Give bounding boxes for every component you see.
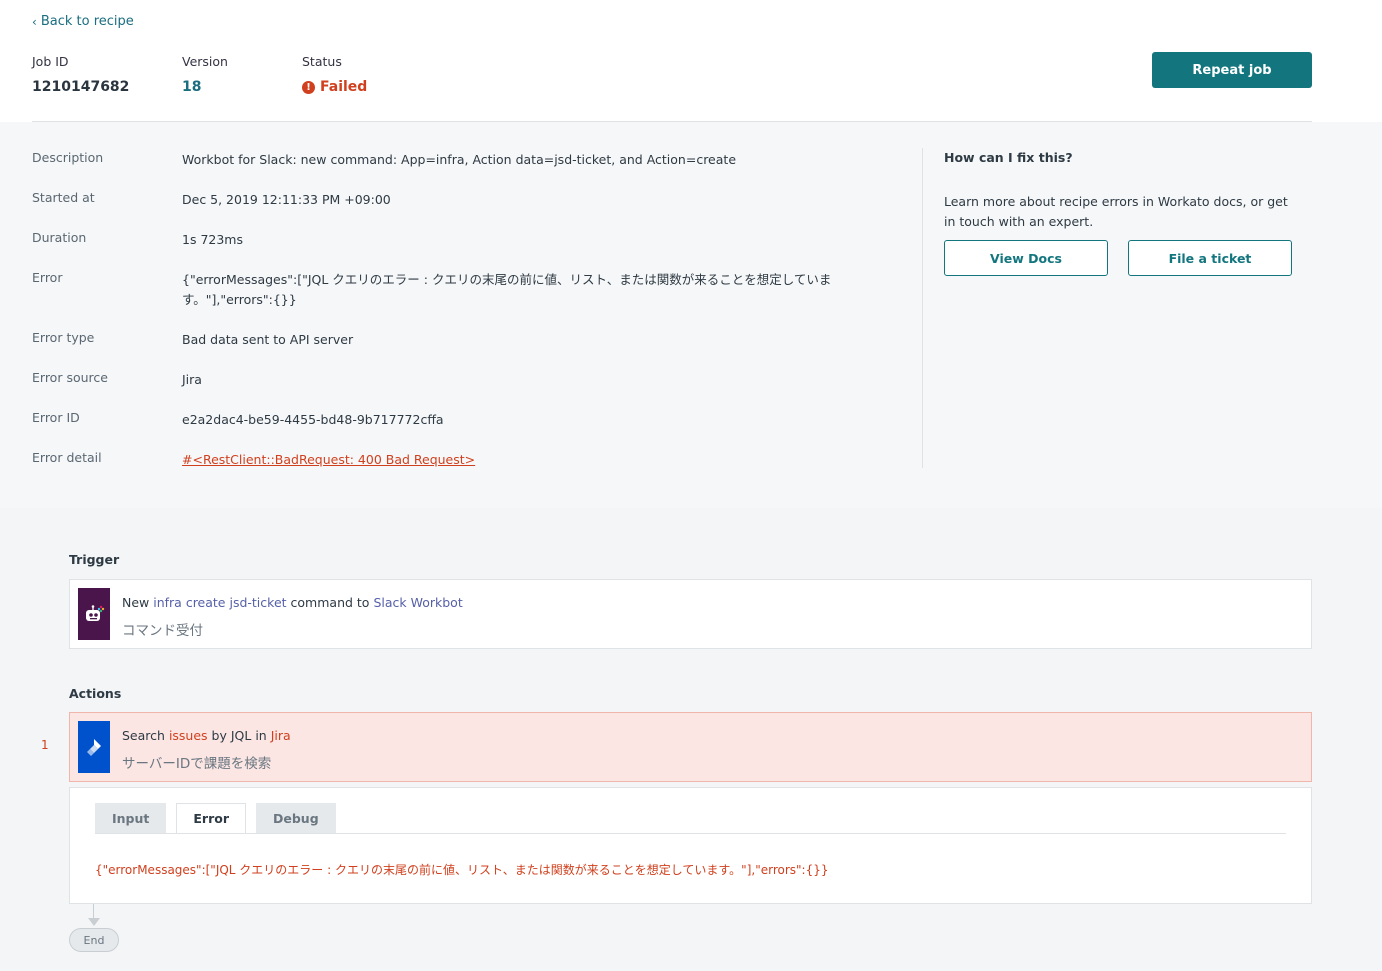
version-block: Version 18 [182, 54, 228, 95]
detail-key: Error ID [32, 410, 80, 425]
action-step-1[interactable]: Search issues by JQL in Jira サーバーIDで課題を検… [69, 712, 1312, 782]
detail-value: Jira [182, 372, 202, 387]
tabs-underline [95, 833, 1286, 834]
detail-row-duration: Duration 1s 723ms [32, 230, 882, 250]
action-subtitle: サーバーIDで課題を検索 [122, 756, 272, 772]
trigger-summary: New infra create jsd-ticket command to S… [122, 595, 463, 610]
help-text: Learn more about recipe errors in Workat… [944, 194, 1288, 229]
detail-key: Started at [32, 190, 95, 205]
recipe-steps: Trigger New infra create jsd-ticket comm… [0, 508, 1382, 971]
trigger-subtitle: コマンド受付 [122, 623, 203, 639]
detail-row-error: Error {"errorMessages":["JQL クエリのエラー : ク… [32, 270, 882, 310]
detail-row-started-at: Started at Dec 5, 2019 12:11:33 PM +09:0… [32, 190, 882, 210]
detail-value: e2a2dac4-be59-4455-bd48-9b717772cffa [182, 412, 444, 427]
detail-row-error-detail: Error detail #<RestClient::BadRequest: 4… [32, 450, 882, 470]
job-header: ‹ Back to recipe Job ID 1210147682 Versi… [0, 0, 1382, 122]
file-ticket-button[interactable]: File a ticket [1128, 240, 1292, 276]
detail-key: Error [32, 270, 63, 285]
chevron-left-icon: ‹ [32, 14, 37, 29]
job-id-value: 1210147682 [32, 79, 130, 95]
action-word: by JQL in [211, 728, 267, 743]
help-title: How can I fix this? [944, 150, 1073, 165]
action-app-pill: Jira [270, 728, 291, 743]
action-object-pill: issues [168, 728, 208, 743]
detail-value: {"errorMessages":["JQL クエリのエラー : クエリの末尾の… [182, 272, 832, 307]
error-detail-link[interactable]: #<RestClient::BadRequest: 400 Bad Reques… [182, 450, 882, 470]
detail-value: Bad data sent to API server [182, 332, 354, 347]
status-label: Status [302, 54, 342, 69]
actions-section-title: Actions [69, 686, 122, 701]
detail-key: Error detail [32, 450, 102, 465]
step-detail-panel: Input Error Debug {"errorMessages":["JQL… [69, 787, 1312, 904]
end-badge: End [69, 928, 119, 952]
detail-value: Dec 5, 2019 12:11:33 PM +09:00 [182, 192, 391, 207]
version-label: Version [182, 54, 228, 69]
step-number: 1 [41, 738, 49, 752]
detail-row-description: Description Workbot for Slack: new comma… [32, 150, 882, 170]
detail-key: Duration [32, 230, 87, 245]
detail-key: Error type [32, 330, 95, 345]
detail-row-error-type: Error type Bad data sent to API server [32, 330, 882, 350]
job-details-panel: Description Workbot for Slack: new comma… [0, 122, 1382, 508]
arrow-down-icon [88, 918, 100, 926]
status-block: Status ! Failed [302, 54, 367, 95]
view-docs-button[interactable]: View Docs [944, 240, 1108, 276]
back-label: Back to recipe [40, 14, 134, 29]
detail-row-error-id: Error ID e2a2dac4-be59-4455-bd48-9b71777… [32, 410, 882, 430]
repeat-job-button[interactable]: Repeat job [1152, 52, 1312, 88]
action-word: Search [122, 728, 165, 743]
slack-workbot-icon [78, 588, 110, 640]
trigger-word: command to [290, 595, 370, 610]
tab-error[interactable]: Error [176, 803, 246, 834]
trigger-command-pill: infra create jsd-ticket [153, 595, 287, 610]
error-message-text: {"errorMessages":["JQL クエリのエラー : クエリの末尾の… [95, 863, 829, 877]
detail-value: 1s 723ms [182, 232, 243, 247]
jira-icon [78, 721, 110, 773]
trigger-app-pill: Slack Workbot [373, 595, 463, 610]
tab-input[interactable]: Input [95, 803, 167, 834]
detail-row-error-source: Error source Jira [32, 370, 882, 390]
detail-key: Error source [32, 370, 108, 385]
detail-value: Workbot for Slack: new command: App=infr… [182, 152, 737, 167]
status-value: Failed [320, 79, 368, 95]
tab-debug[interactable]: Debug [256, 803, 336, 834]
vertical-divider [922, 148, 923, 468]
version-value[interactable]: 18 [182, 79, 228, 95]
back-to-recipe-link[interactable]: ‹ Back to recipe [32, 14, 134, 29]
job-id-block: Job ID 1210147682 [32, 54, 129, 95]
trigger-word: New [122, 595, 150, 610]
job-id-label: Job ID [32, 54, 69, 69]
detail-key: Description [32, 150, 104, 165]
error-circle-icon: ! [302, 80, 315, 94]
trigger-step[interactable]: New infra create jsd-ticket command to S… [69, 579, 1312, 649]
step-tabs: Input Error Debug [95, 803, 336, 834]
status-badge: ! Failed [302, 79, 367, 95]
action-summary: Search issues by JQL in Jira [122, 728, 291, 743]
trigger-section-title: Trigger [69, 552, 120, 567]
